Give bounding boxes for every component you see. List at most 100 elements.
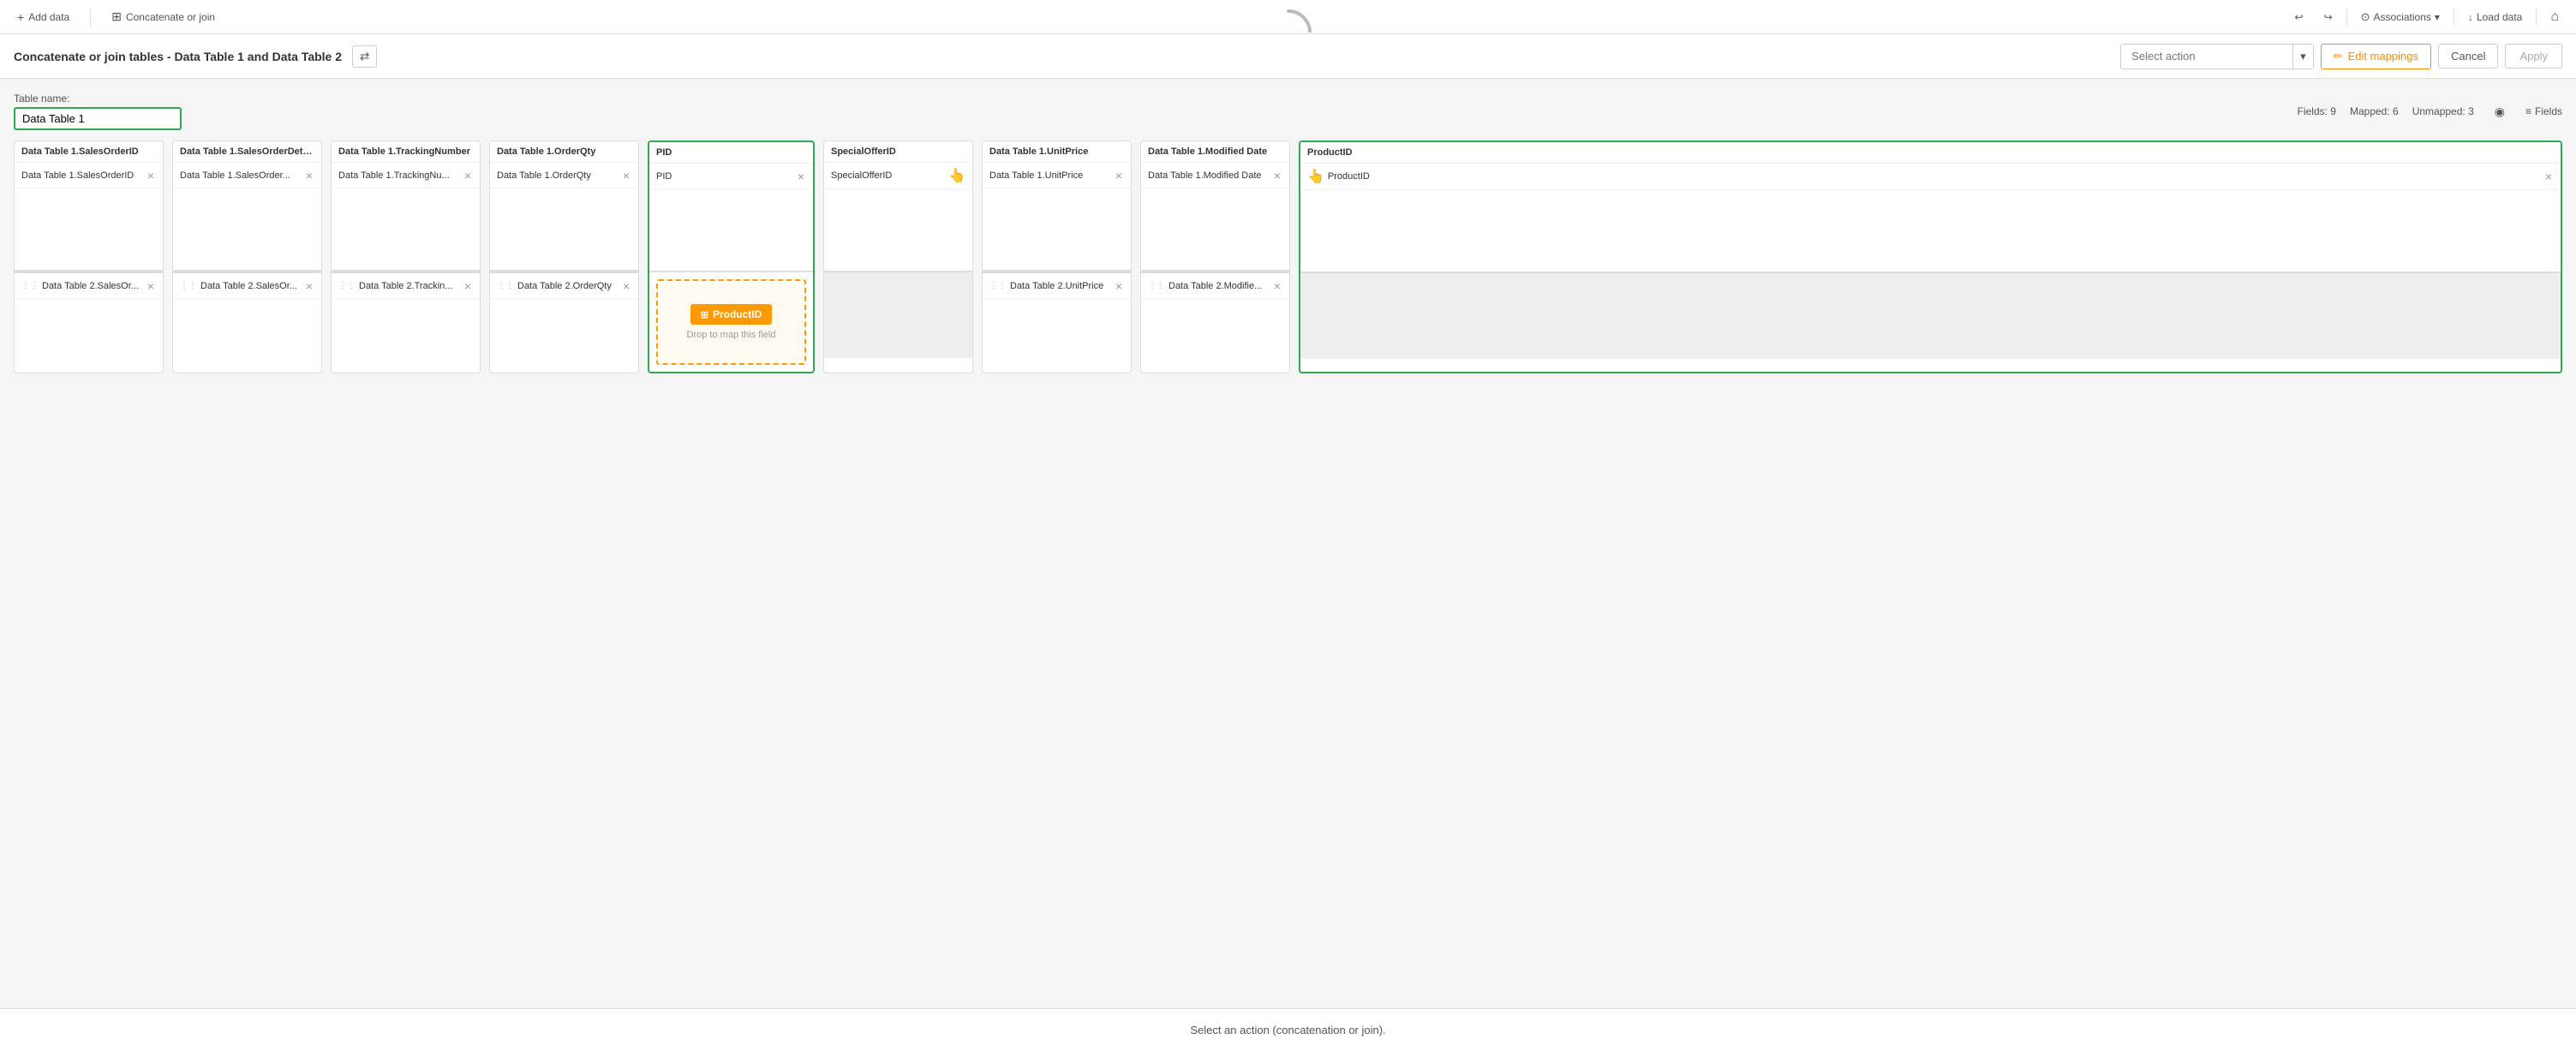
remove-button[interactable]: × [146,170,156,182]
drop-zone[interactable]: ⊞ ProductID Drop to map this field [649,272,813,372]
undo-button[interactable]: ↩ [2288,8,2310,27]
table-row: Data Table 1.Modified Date × [1141,163,1289,188]
redo-button[interactable]: ↪ [2317,8,2340,27]
home-button[interactable]: ⌂ [2543,6,2566,28]
toolbar-separator-1 [90,9,91,26]
remove-button[interactable]: × [146,280,156,292]
col8-mapped-empty [1141,188,1289,270]
associations-button[interactable]: ⊙ Associations ▾ [2354,7,2447,27]
remove-button[interactable]: × [463,280,473,292]
col2-unmapped-empty [173,299,321,359]
col6-unmapped [824,272,972,358]
column-modifieddate: Data Table 1.Modified Date Data Table 1.… [1140,140,1290,373]
cancel-button[interactable]: Cancel [2438,44,2498,69]
col9-header: ProductID [1300,142,2561,164]
remove-button[interactable]: × [796,170,806,182]
unmapped-count: Unmapped: 3 [2412,105,2474,117]
table-name-row: Table name: Fields: 9 Mapped: 6 Unmapped… [14,93,2562,130]
load-data-icon: ↓ [2468,11,2473,23]
col3-mapped: Data Table 1.TrackingNu... × [332,163,480,270]
col8-mapped: Data Table 1.Modified Date × [1141,163,1289,270]
associations-label: Associations [2374,11,2431,23]
drop-zone-placeholder: ⊞ ProductID Drop to map this field [656,279,806,365]
col9-mapped-empty [1300,190,2561,272]
concatenate-join-label: Concatenate or join [126,11,215,23]
col4-header: Data Table 1.OrderQty [490,141,638,163]
select-action-input[interactable] [2121,45,2292,68]
concatenate-icon: ⊞ [111,9,122,24]
fields-count: Fields: 9 [2298,105,2336,117]
table-name-label: Table name: [14,93,182,105]
swap-button[interactable]: ⇄ [352,45,377,68]
remove-button[interactable]: × [621,170,631,182]
col8-header: Data Table 1.Modified Date [1141,141,1289,163]
dragging-pill: ⊞ ProductID [690,304,773,325]
columns-grid: Data Table 1.SalesOrderID Data Table 1.S… [14,140,2562,373]
column-trackingnumber: Data Table 1.TrackingNumber Data Table 1… [331,140,481,373]
table-name-input[interactable] [14,107,182,130]
add-icon: + [17,10,24,24]
table-name-section: Table name: [14,93,182,130]
redo-icon: ↪ [2324,11,2333,23]
fields-button[interactable]: ≡ Fields [2525,105,2562,117]
visibility-button[interactable]: ◉ [2488,101,2512,122]
remove-button[interactable]: × [1114,280,1124,292]
status-bar: Select an action (concatenation or join)… [0,1008,2576,1051]
toolbar-separator-4 [2536,9,2537,26]
remove-button[interactable]: × [304,280,314,292]
fields-btn-label: Fields [2535,105,2562,117]
col7-mapped: Data Table 1.UnitPrice × [983,163,1131,270]
table-row: ⋮⋮ Data Table 2.UnitPrice × [983,273,1131,299]
toolbar-separator-3 [2453,9,2454,26]
drag-handle: ⋮⋮ [1148,281,1165,290]
pencil-icon: ✏ [2334,50,2343,63]
col6-mapped-empty [824,189,972,271]
table-row: ⋮⋮ Data Table 2.SalesOr... × [173,273,321,299]
apply-button[interactable]: Apply [2505,44,2562,69]
table-row: ⋮⋮ Data Table 2.Trackin... × [332,273,480,299]
cancel-label: Cancel [2451,50,2485,63]
col5-mapped-empty [649,189,813,271]
table-row: Data Table 1.TrackingNu... × [332,163,480,188]
drop-text: Drop to map this field [687,330,776,340]
col1-mapped-empty [15,188,163,270]
remove-button[interactable]: × [1114,170,1124,182]
dragging-pill-label: ProductID [713,308,762,320]
col5-header: PID [649,142,813,164]
col4-mapped: Data Table 1.OrderQty × [490,163,638,270]
remove-button[interactable]: × [463,170,473,182]
grid-icon: ⊞ [701,309,708,320]
select-action-wrapper: ▾ [2120,44,2314,69]
col8-unmapped-empty [1141,299,1289,359]
undo-icon: ↩ [2295,11,2304,23]
add-data-button[interactable]: + Add data [10,7,76,27]
table-row: ⋮⋮ Data Table 2.Modifie... × [1141,273,1289,299]
load-data-button[interactable]: ↓ Load data [2461,8,2529,27]
table-row: ⋮⋮ Data Table 2.OrderQty × [490,273,638,299]
toolbar-right: ↩ ↪ ⊙ Associations ▾ ↓ Load data ⌂ [2288,6,2567,28]
column-orderqty: Data Table 1.OrderQty Data Table 1.Order… [489,140,639,373]
remove-button[interactable]: × [1272,280,1282,292]
remove-button[interactable]: × [621,280,631,292]
remove-button[interactable]: × [304,170,314,182]
load-data-label: Load data [2477,11,2522,23]
col2-header: Data Table 1.SalesOrderDetailID [173,141,321,163]
col2-mapped: Data Table 1.SalesOrder... × [173,163,321,270]
table-row: SpecialOfferID 👆 [824,163,972,189]
chevron-down-icon: ▾ [2300,50,2306,63]
sub-toolbar-right: ▾ ✏ Edit mappings Cancel Apply [2120,44,2562,69]
select-action-arrow[interactable]: ▾ [2292,45,2313,69]
col6-header: SpecialOfferID [824,141,972,163]
col6-mapped: SpecialOfferID 👆 [824,163,972,271]
drag-handle: ⋮⋮ [180,281,197,290]
edit-mappings-button[interactable]: ✏ Edit mappings [2321,44,2431,69]
edit-mappings-label: Edit mappings [2348,50,2418,63]
remove-button[interactable]: × [2543,170,2554,182]
col4-unmapped: ⋮⋮ Data Table 2.OrderQty × [490,272,638,359]
remove-button[interactable]: × [1272,170,1282,182]
column-specialofferid: SpecialOfferID SpecialOfferID 👆 [823,140,973,373]
drag-handle: ⋮⋮ [21,281,39,290]
concatenate-join-button[interactable]: ⊞ Concatenate or join [105,6,222,27]
column-pid: PID PID × ⊞ ProductID Drop to map this f… [648,140,815,373]
col9-mapped: 👆 ProductID × [1300,164,2561,272]
